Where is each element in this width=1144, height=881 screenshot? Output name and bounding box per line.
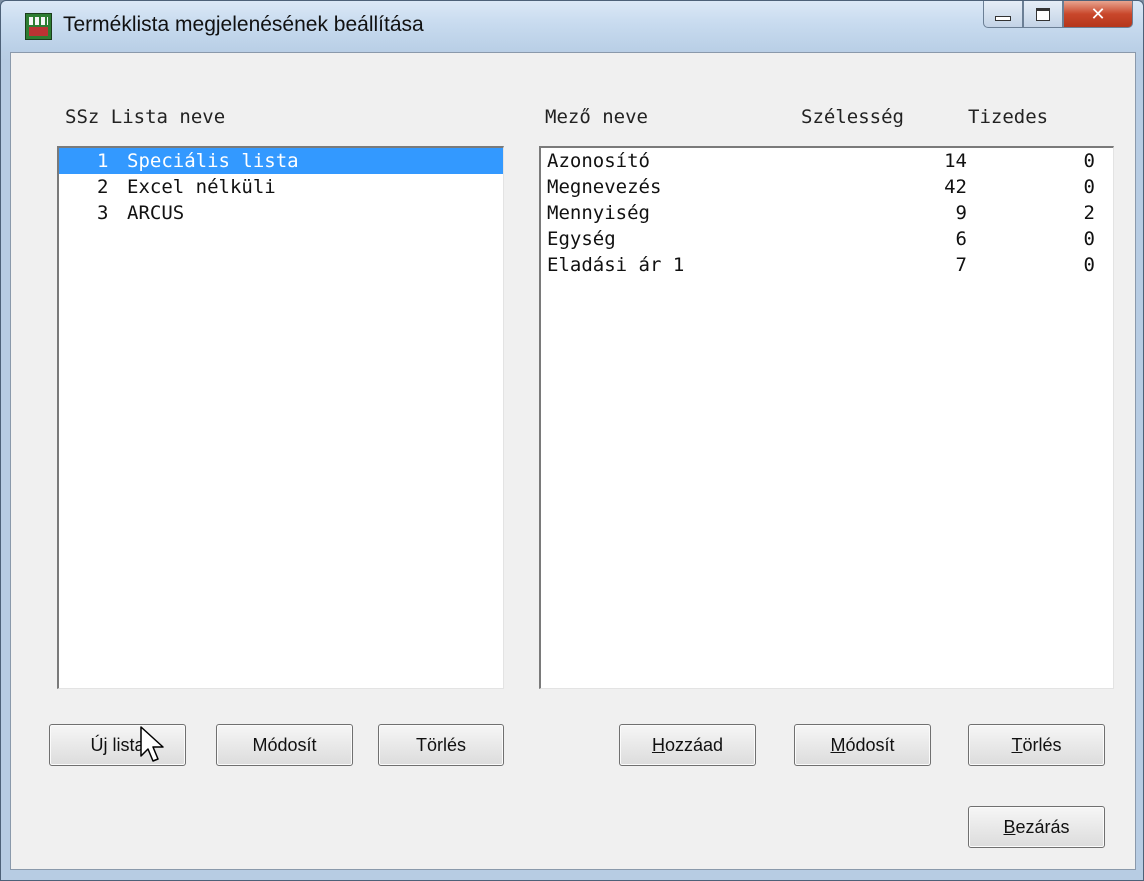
modify-list-button[interactable]: Módosít: [216, 724, 353, 766]
delete-list-button[interactable]: Törlés: [378, 724, 504, 766]
fields-listbox[interactable]: Azonosító 14 0 Megnevezés 42 0 Mennyiség 9 2 Egys…: [539, 146, 1114, 689]
field-row[interactable]: Megnevezés 42 0: [541, 174, 1113, 200]
list-item-name: ARCUS: [127, 202, 185, 224]
field-name-cell: Azonosító: [547, 150, 650, 172]
app-icon[interactable]: [25, 13, 52, 40]
delete-list-label: Törlés: [415, 734, 466, 755]
mouse-cursor-icon: [140, 726, 164, 762]
list-item[interactable]: 2 Excel nélküli: [59, 174, 503, 200]
close-dialog-label: Bezárás: [1003, 816, 1070, 837]
field-decimals-cell: 0: [1083, 228, 1095, 250]
field-name-cell: Egység: [547, 228, 616, 250]
list-item-number: 3: [97, 202, 109, 224]
field-decimals-cell: 0: [1083, 150, 1095, 172]
field-width-cell: 14: [944, 150, 967, 172]
add-field-label: Hozzáad: [651, 734, 724, 755]
field-decimals-cell: 0: [1083, 254, 1095, 276]
dialog-client-area: SSz Lista neve 1 Speciális lista 2 Excel né…: [10, 52, 1136, 870]
delete-field-label: Törlés: [1011, 734, 1062, 755]
dialog-window: Terméklista megjelenésének beállítása ✕ …: [0, 0, 1144, 881]
list-item[interactable]: 1 Speciális lista: [59, 148, 503, 174]
field-width-cell: 6: [955, 228, 967, 250]
modify-field-label: Módosít: [830, 734, 895, 755]
close-icon: ✕: [1090, 3, 1106, 25]
width-header: Szélesség: [801, 106, 904, 128]
maximize-button[interactable]: [1023, 1, 1063, 28]
minimize-icon: [995, 15, 1011, 21]
field-row[interactable]: Egység 6 0: [541, 226, 1113, 252]
list-item-name: Speciális lista: [127, 150, 299, 172]
title-bar[interactable]: Terméklista megjelenésének beállítása ✕: [1, 1, 1143, 51]
field-row[interactable]: Eladási ár 1 7 0: [541, 252, 1113, 278]
delete-field-button[interactable]: Törlés: [968, 724, 1105, 766]
lists-header: SSz Lista neve: [65, 106, 226, 128]
list-item[interactable]: 3 ARCUS: [59, 200, 503, 226]
field-decimals-cell: 2: [1083, 202, 1095, 224]
decimals-header: Tizedes: [968, 106, 1049, 128]
new-list-label: Új lista: [90, 734, 145, 755]
lists-listbox[interactable]: 1 Speciális lista 2 Excel nélküli 3 ARCUS: [57, 146, 504, 689]
field-width-cell: 7: [955, 254, 967, 276]
list-item-number: 2: [97, 176, 109, 198]
field-name-cell: Mennyiség: [547, 202, 650, 224]
field-row[interactable]: Mennyiség 9 2: [541, 200, 1113, 226]
close-dialog-button[interactable]: Bezárás: [968, 806, 1105, 848]
field-decimals-cell: 0: [1083, 176, 1095, 198]
list-item-name: Excel nélküli: [127, 176, 276, 198]
modify-list-label: Módosít: [252, 734, 317, 755]
list-item-number: 1: [97, 150, 109, 172]
minimize-button[interactable]: [983, 1, 1023, 28]
close-button[interactable]: ✕: [1063, 1, 1133, 28]
field-name-cell: Megnevezés: [547, 176, 662, 198]
field-width-cell: 42: [944, 176, 967, 198]
field-name-cell: Eladási ár 1: [547, 254, 685, 276]
add-field-button[interactable]: Hozzáad: [619, 724, 756, 766]
field-width-cell: 9: [955, 202, 967, 224]
field-row[interactable]: Azonosító 14 0: [541, 148, 1113, 174]
window-title: Terméklista megjelenésének beállítása: [63, 13, 424, 36]
field-name-header: Mező neve: [545, 106, 648, 128]
caption-buttons: ✕: [983, 1, 1133, 29]
modify-field-button[interactable]: Módosít: [794, 724, 931, 766]
maximize-icon: [1036, 7, 1050, 21]
